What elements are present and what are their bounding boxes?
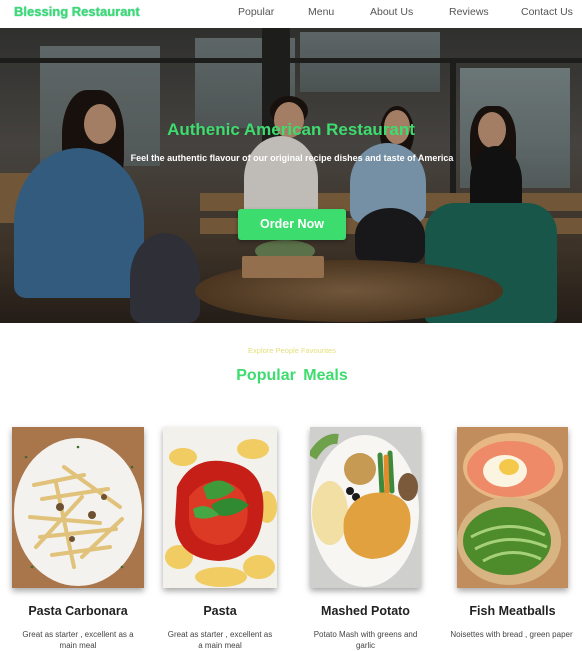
meal-description: Noisettes with bread , green paper [450,630,573,639]
meal-name: Mashed Potato [321,604,410,618]
meal-photo-pasta [163,427,277,588]
meal-name: Fish Meatballs [469,604,556,618]
meal-photo-mashed-potato [310,427,421,588]
top-navbar: Blessing Restaurant Popular Menu About U… [0,0,582,28]
brand-logo[interactable]: Blessing Restaurant [14,4,140,19]
nav-link-menu[interactable]: Menu [308,6,334,18]
section-title: Popular Meals [236,367,348,384]
meal-name: Pasta [203,604,237,618]
hero-subtitle: Feel the authentic flavour of our origin… [130,153,454,163]
meal-photo-pasta-carbonara [12,427,144,588]
hero-banner: Authenic American Restaurant Feel the au… [0,28,582,323]
nav-link-contact-us[interactable]: Contact Us [521,6,573,18]
nav-link-about-us[interactable]: About Us [370,6,413,18]
nav-link-reviews[interactable]: Reviews [449,6,489,18]
meal-description: Great as starter , excellent as a main m… [22,630,134,650]
meal-description: Potato Mash with greens and garlic [313,630,418,650]
meal-description: Great as starter , excellent as a main m… [167,630,273,650]
meal-name: Pasta Carbonara [28,604,128,618]
meal-photo-fish-meatballs [457,427,568,588]
section-eyebrow: Explore People Favourites [248,346,336,355]
order-now-button[interactable]: Order Now [238,209,346,240]
nav-link-popular[interactable]: Popular [238,6,274,18]
hero-title: Authenic American Restaurant [167,120,415,139]
